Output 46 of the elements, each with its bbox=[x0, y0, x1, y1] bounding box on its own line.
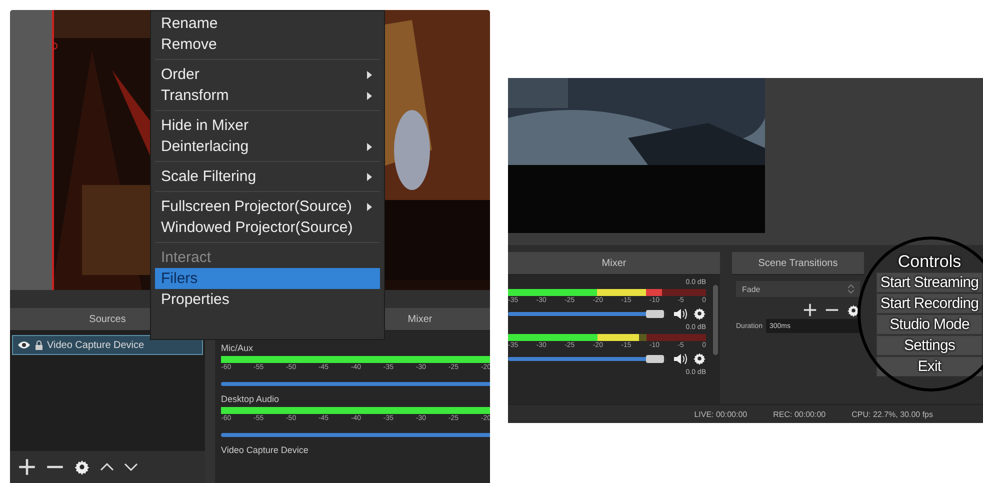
submenu-arrow-icon bbox=[367, 92, 372, 100]
status-text: CPU: 22.7%, 30.00 fps bbox=[852, 410, 933, 418]
submenu-arrow-icon bbox=[367, 172, 372, 180]
submenu-arrow-icon bbox=[367, 142, 372, 150]
add-icon[interactable] bbox=[18, 458, 36, 476]
source-name: Video Capture Device bbox=[47, 340, 144, 350]
spinner-icon bbox=[848, 284, 854, 294]
settings-icon[interactable] bbox=[693, 307, 706, 320]
menu-item[interactable]: Transform bbox=[155, 85, 380, 106]
menu-item[interactable]: Order bbox=[155, 64, 380, 85]
control-button[interactable]: Start Streaming bbox=[876, 272, 983, 293]
submenu-arrow-icon bbox=[367, 202, 372, 210]
channel-name: Video Capture Device bbox=[221, 445, 310, 457]
panel-header: Scene Transitions bbox=[732, 252, 864, 275]
submenu-arrow-icon bbox=[367, 70, 372, 78]
status-text: REC: 00:00:00 bbox=[773, 410, 826, 418]
lock-icon[interactable] bbox=[35, 340, 43, 350]
menu-item[interactable]: Deinterlacing bbox=[155, 136, 380, 157]
menu-item[interactable]: Rename bbox=[155, 13, 380, 34]
add-icon[interactable] bbox=[803, 303, 817, 317]
settings-icon[interactable] bbox=[74, 459, 90, 475]
menu-item[interactable]: Windowed Projector(Source) bbox=[155, 217, 380, 238]
speaker-icon[interactable] bbox=[673, 352, 687, 364]
control-button[interactable]: Studio Mode bbox=[876, 314, 983, 335]
volume-slider[interactable] bbox=[508, 356, 667, 360]
settings-icon[interactable] bbox=[847, 304, 860, 316]
source-item[interactable]: Video Capture Device bbox=[12, 335, 203, 355]
transition-dropdown[interactable]: Fade bbox=[736, 281, 860, 297]
move-up-icon[interactable] bbox=[100, 462, 114, 472]
control-button[interactable]: Exit bbox=[876, 356, 983, 377]
move-down-icon[interactable] bbox=[124, 462, 138, 472]
volume-slider[interactable] bbox=[508, 312, 667, 316]
menu-item[interactable]: Remove bbox=[155, 34, 380, 55]
channel-name: Desktop Audio bbox=[221, 394, 280, 406]
control-button[interactable]: Settings bbox=[876, 335, 983, 356]
panel-header: Controls bbox=[896, 252, 962, 272]
eye-icon[interactable] bbox=[17, 340, 31, 350]
menu-item[interactable]: Fullscreen Projector(Source) bbox=[155, 196, 380, 217]
panel-header: Mixer bbox=[508, 252, 720, 275]
menu-item[interactable]: Scale Filtering bbox=[155, 166, 380, 187]
settings-icon[interactable] bbox=[693, 352, 706, 365]
channel-name: Mic/Aux bbox=[221, 343, 254, 355]
status-text: LIVE: 00:00:00 bbox=[694, 410, 748, 418]
speaker-icon[interactable] bbox=[673, 308, 687, 320]
menu-item[interactable]: Hide in Mixer bbox=[155, 115, 380, 136]
control-button[interactable]: Start Recording bbox=[876, 293, 983, 314]
